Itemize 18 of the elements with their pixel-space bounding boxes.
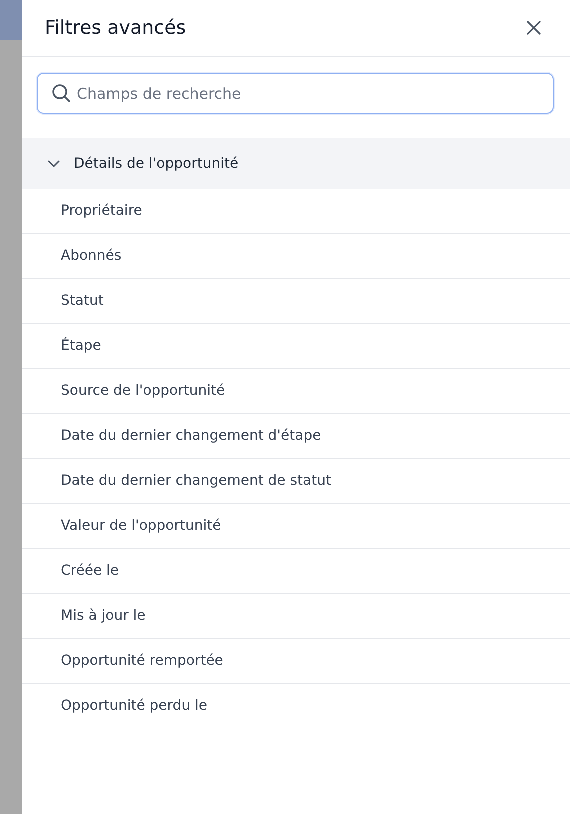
search-field[interactable]: Champs de recherche: [37, 73, 554, 114]
filter-field-item[interactable]: Créée le: [22, 549, 570, 594]
filter-field-item[interactable]: Date du dernier changement de statut: [22, 459, 570, 504]
panel-title: Filtres avancés: [45, 17, 186, 39]
filter-field-item[interactable]: Mis à jour le: [22, 594, 570, 639]
filter-field-item[interactable]: Source de l'opportunité: [22, 369, 570, 414]
filter-field-item[interactable]: Valeur de l'opportunité: [22, 504, 570, 549]
filter-field-item[interactable]: Étape: [22, 324, 570, 369]
search-icon: [52, 84, 71, 103]
filter-field-item[interactable]: Abonnés: [22, 234, 570, 279]
filter-field-item[interactable]: Opportunité remportée: [22, 639, 570, 684]
filter-field-item[interactable]: Propriétaire: [22, 189, 570, 234]
filter-field-item[interactable]: Opportunité perdu le: [22, 684, 570, 728]
filter-field-item[interactable]: Statut: [22, 279, 570, 324]
section-header[interactable]: Détails de l'opportunité: [22, 138, 570, 189]
close-icon: [527, 21, 541, 35]
filter-field-item[interactable]: Date du dernier changement d'étape: [22, 414, 570, 459]
chevron-icon: [48, 160, 60, 168]
